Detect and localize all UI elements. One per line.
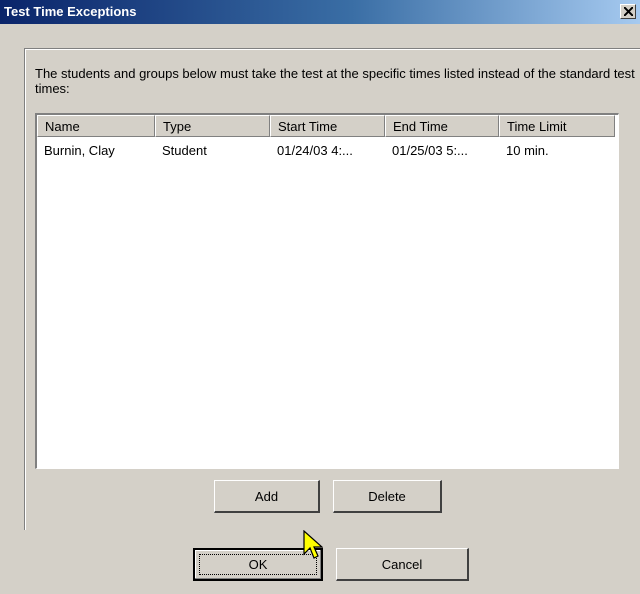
description-text: The students and groups below must take … — [35, 66, 635, 96]
add-button-label: Add — [254, 488, 279, 504]
cell-type: Student — [162, 143, 207, 158]
exceptions-list[interactable]: Name Type Start Time End Time Time Limit… — [35, 113, 619, 469]
close-button[interactable] — [620, 4, 636, 19]
add-button[interactable]: Add — [214, 480, 320, 513]
cell-end-time: 01/25/03 5:... — [392, 143, 468, 158]
delete-button[interactable]: Delete — [333, 480, 442, 513]
close-icon — [624, 7, 633, 16]
column-header-start-time[interactable]: Start Time — [270, 115, 385, 137]
column-header-name[interactable]: Name — [37, 115, 155, 137]
ok-button-label: OK — [248, 557, 268, 572]
mouse-pointer-icon — [303, 530, 323, 559]
test-time-exceptions-dialog: Test Time Exceptions The students and gr… — [0, 0, 640, 594]
title-bar[interactable]: Test Time Exceptions — [0, 0, 640, 24]
column-header-end-time[interactable]: End Time — [385, 115, 499, 137]
window-title: Test Time Exceptions — [4, 4, 137, 19]
column-header-type[interactable]: Type — [155, 115, 270, 137]
cell-start-time: 01/24/03 4:... — [277, 143, 353, 158]
cell-time-limit: 10 min. — [506, 143, 549, 158]
table-row[interactable]: Burnin, Clay Student 01/24/03 4:... 01/2… — [37, 143, 619, 161]
cancel-button-label: Cancel — [381, 556, 423, 572]
cell-name: Burnin, Clay — [44, 143, 115, 158]
delete-button-label: Delete — [368, 488, 406, 504]
column-header-time-limit[interactable]: Time Limit — [499, 115, 615, 137]
cancel-button[interactable]: Cancel — [336, 548, 469, 581]
list-header: Name Type Start Time End Time Time Limit — [37, 115, 619, 137]
